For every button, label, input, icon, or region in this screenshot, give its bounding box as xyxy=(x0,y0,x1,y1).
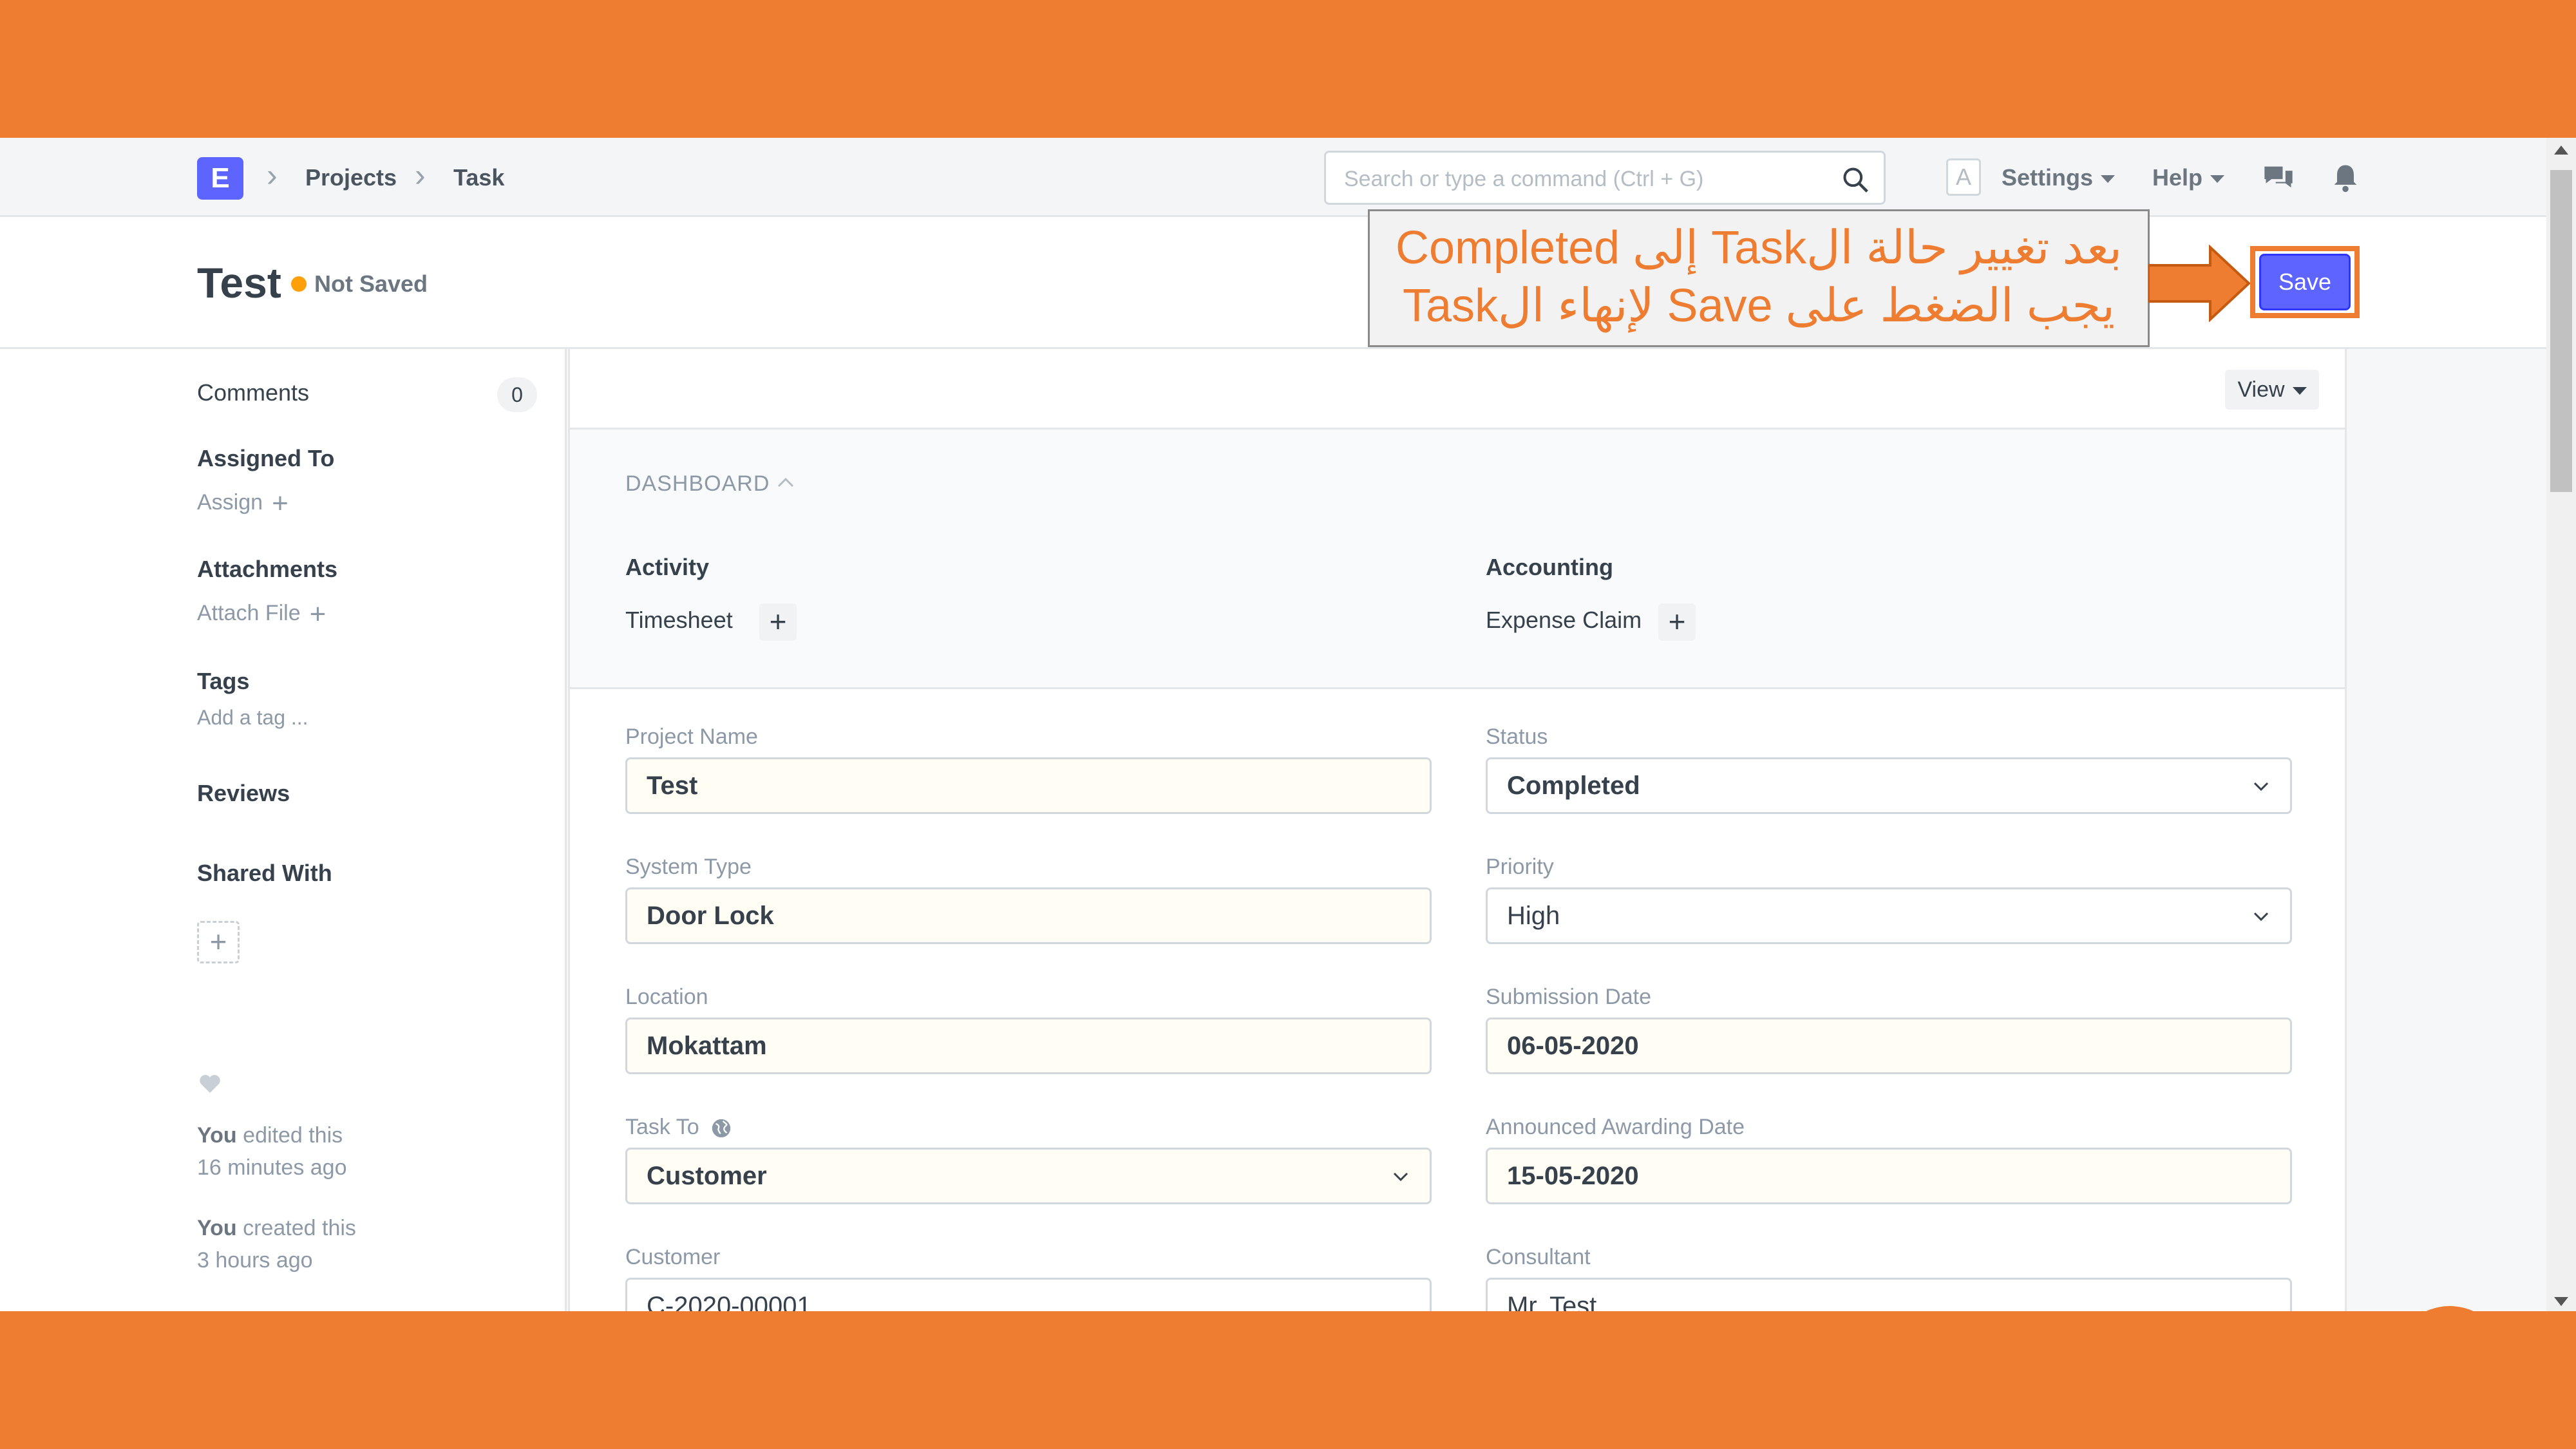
comments-count-badge: 0 xyxy=(497,377,537,412)
chat-icon[interactable] xyxy=(2262,161,2295,194)
not-saved-indicator: Not Saved xyxy=(314,270,428,297)
form-main: View DASHBOARD Activity Timesheet + Acco… xyxy=(568,349,2347,1311)
assign-button[interactable]: Assign + xyxy=(197,488,289,520)
scroll-up-arrow-icon[interactable] xyxy=(2554,146,2568,155)
caret-down-icon xyxy=(2210,175,2225,184)
project-name-field[interactable]: Test xyxy=(625,757,1432,814)
help-dropdown[interactable]: Help xyxy=(2152,164,2225,192)
navbar: E › Projects › Task A Settings Help xyxy=(0,138,2546,217)
announced-awarding-date-field[interactable]: 15-05-2020 xyxy=(1486,1148,2292,1204)
activity-action: created this xyxy=(243,1216,356,1240)
app-screen: E › Projects › Task A Settings Help xyxy=(0,138,2576,1311)
arrow-right-icon xyxy=(2148,245,2251,322)
add-timesheet-button[interactable]: + xyxy=(759,603,797,641)
dashboard-title[interactable]: DASHBOARD xyxy=(625,469,770,498)
attach-file-label: Attach File xyxy=(197,601,301,625)
app-logo[interactable]: E xyxy=(197,157,243,200)
search-bar xyxy=(1324,151,1886,205)
search-input[interactable] xyxy=(1343,164,1835,194)
page-title: Test xyxy=(197,259,281,307)
location-label: Location xyxy=(625,985,708,1009)
chevron-right-icon: › xyxy=(415,157,426,193)
globe-icon xyxy=(712,1119,731,1138)
mail-chat-button[interactable] xyxy=(2393,1306,2506,1311)
search-icon[interactable] xyxy=(1841,166,1870,194)
attachments-label: Attachments xyxy=(197,556,338,582)
assign-label: Assign xyxy=(197,490,263,515)
assigned-to-label: Assigned To xyxy=(197,445,335,471)
tags-label: Tags xyxy=(197,668,250,694)
dashboard-section: DASHBOARD Activity Timesheet + Accountin… xyxy=(570,430,2345,689)
bell-icon[interactable] xyxy=(2329,161,2362,194)
add-tag-button[interactable]: Add a tag ... xyxy=(197,703,308,732)
priority-value: High xyxy=(1507,902,1560,930)
chevron-up-icon[interactable] xyxy=(776,476,795,489)
chevron-down-icon xyxy=(2253,782,2269,791)
breadcrumb-task[interactable]: Task xyxy=(453,164,504,192)
activity-item: You created this xyxy=(197,1212,356,1244)
form-sidebar: Comments 0 Assigned To Assign + Attachmen… xyxy=(0,349,567,1311)
activity-time: 3 hours ago xyxy=(197,1248,313,1273)
consultant-field[interactable]: Mr. Test xyxy=(1486,1278,2292,1311)
submission-date-field[interactable]: 06-05-2020 xyxy=(1486,1018,2292,1074)
activity-action: edited this xyxy=(243,1123,343,1148)
add-expense-claim-button[interactable]: + xyxy=(1658,603,1696,641)
system-type-field[interactable]: Door Lock xyxy=(625,887,1432,944)
system-type-label: System Type xyxy=(625,855,752,879)
submission-date-label: Submission Date xyxy=(1486,985,1652,1009)
reviews-label: Reviews xyxy=(197,780,290,806)
settings-label: Settings xyxy=(2002,164,2094,191)
plus-icon: + xyxy=(272,488,289,520)
view-label: View xyxy=(2237,377,2285,402)
priority-label: Priority xyxy=(1486,855,1554,879)
chevron-right-icon: › xyxy=(267,157,278,193)
location-field[interactable]: Mokattam xyxy=(625,1018,1432,1074)
add-share-button[interactable]: + xyxy=(197,921,240,963)
instruction-callout: بعد تغيير حالة الTask إلى Completed يجب … xyxy=(1368,209,2150,347)
callout-line-1: بعد تغيير حالة الTask إلى Completed xyxy=(1395,222,2123,274)
priority-select[interactable]: High xyxy=(1486,887,2292,944)
callout-line-2: يجب الضغط على Save لإنهاء الTask xyxy=(1402,280,2116,332)
status-select[interactable]: Completed xyxy=(1486,757,2292,814)
expense-claim-link[interactable]: Expense Claim xyxy=(1486,606,1642,634)
activity-heading: Activity xyxy=(625,554,710,580)
timesheet-link[interactable]: Timesheet xyxy=(625,606,733,634)
project-name-label: Project Name xyxy=(625,724,758,749)
scroll-down-arrow-icon[interactable] xyxy=(2554,1297,2568,1306)
chevron-down-icon xyxy=(1393,1172,1408,1182)
customer-field[interactable]: C-2020-00001 xyxy=(625,1278,1432,1311)
accounting-heading: Accounting xyxy=(1486,554,1613,580)
help-label: Help xyxy=(2152,164,2203,191)
plus-icon: + xyxy=(309,598,327,630)
user-avatar[interactable]: A xyxy=(1946,158,1981,196)
chevron-down-icon xyxy=(2253,912,2269,922)
save-button[interactable]: Save xyxy=(2259,254,2351,310)
customer-label: Customer xyxy=(625,1245,721,1269)
consultant-label: Consultant xyxy=(1486,1245,1591,1269)
shared-with-label: Shared With xyxy=(197,860,332,886)
task-to-label-text: Task To xyxy=(625,1115,699,1139)
task-to-select[interactable]: Customer xyxy=(625,1148,1432,1204)
attach-file-button[interactable]: Attach File + xyxy=(197,598,327,630)
status-label: Status xyxy=(1486,724,1548,749)
view-dropdown-button[interactable]: View xyxy=(2225,370,2319,410)
activity-actor: You xyxy=(197,1216,237,1240)
activity-actor: You xyxy=(197,1123,237,1148)
scrollbar-thumb[interactable] xyxy=(2550,170,2572,492)
caret-down-icon xyxy=(2101,175,2116,184)
form-toolbar: View xyxy=(570,349,2345,430)
not-saved-dot-icon xyxy=(291,276,307,292)
task-to-label: Task To xyxy=(625,1113,732,1141)
activity-time: 16 minutes ago xyxy=(197,1155,347,1180)
task-to-value: Customer xyxy=(647,1162,767,1190)
announced-awarding-date-label: Announced Awarding Date xyxy=(1486,1115,1745,1139)
caret-down-icon xyxy=(2292,387,2307,395)
comments-label[interactable]: Comments xyxy=(197,379,309,407)
status-value: Completed xyxy=(1507,772,1640,800)
breadcrumb-projects[interactable]: Projects xyxy=(305,164,397,192)
heart-icon[interactable] xyxy=(197,1070,223,1096)
activity-item: You edited this xyxy=(197,1119,343,1151)
settings-dropdown[interactable]: Settings xyxy=(2002,164,2116,192)
